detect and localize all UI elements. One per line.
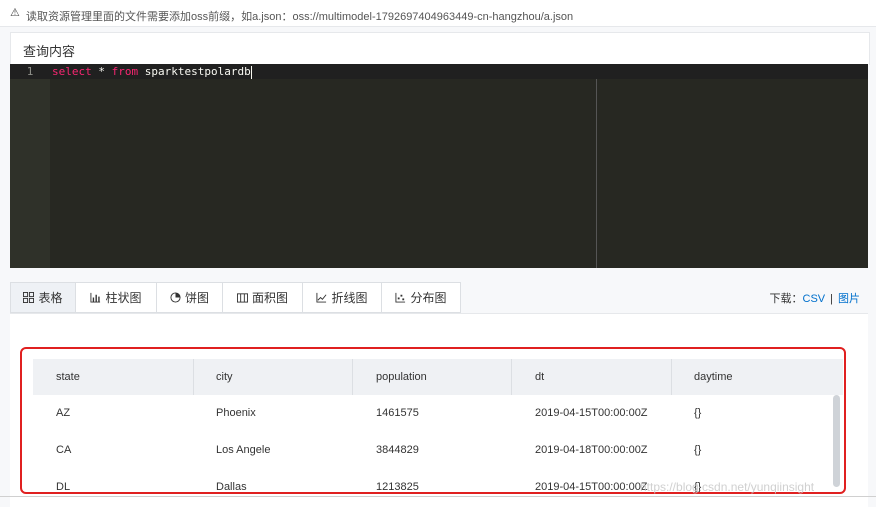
download-separator: |	[830, 293, 833, 305]
print-margin	[596, 79, 597, 268]
watermark: https://blog.csdn.net/yunqiinsight	[640, 480, 815, 494]
table-icon	[23, 292, 35, 303]
tab-line-chart[interactable]: 折线图	[303, 282, 382, 313]
tab-scatter-chart-label: 分布图	[410, 291, 447, 305]
sql-keyword-from: from	[111, 65, 139, 78]
tab-table-label: 表格	[38, 291, 63, 305]
sql-editor[interactable]: 1 select * from sparktestpolardb	[10, 64, 868, 268]
sql-code-table: sparktestpolardb	[138, 65, 251, 78]
query-header: 查询内容	[10, 32, 870, 65]
tab-area-chart-label: 面积图	[251, 291, 288, 305]
line-chart-icon	[316, 292, 327, 303]
download-image-link[interactable]: 图片	[838, 293, 860, 305]
tab-bar-chart-label: 柱状图	[105, 291, 142, 305]
tab-pie-chart[interactable]: 饼图	[157, 282, 223, 313]
text-cursor	[250, 65, 252, 79]
tab-scatter-chart[interactable]: 分布图	[382, 282, 461, 313]
tab-line-chart-label: 折线图	[331, 291, 368, 305]
divider	[0, 496, 876, 497]
tab-bar-chart[interactable]: 柱状图	[76, 282, 157, 313]
bar-chart-icon	[90, 292, 101, 303]
area-chart-icon	[236, 293, 248, 303]
notice-bar: ⚠ 读取资源管理里面的文件需要添加oss前缀，如a.json：oss://mul…	[0, 0, 876, 27]
download-csv-link[interactable]: CSV	[803, 293, 826, 305]
sql-keyword-select: select	[52, 65, 92, 78]
highlight-box	[20, 347, 846, 494]
scatter-chart-icon	[395, 292, 406, 303]
line-number: 1	[10, 64, 50, 79]
pie-chart-icon	[170, 292, 181, 303]
download-label: 下载：	[769, 293, 803, 305]
result-tabs: 表格 柱状图 饼图 面积图 折线图 分布图 下载：CSV | 图片	[10, 282, 868, 313]
notice-text: 读取资源管理里面的文件需要添加oss前缀，如a.json：oss://multi…	[26, 11, 574, 23]
download-bar: 下载：CSV | 图片	[770, 290, 860, 306]
tab-table[interactable]: 表格	[10, 282, 76, 313]
editor-gutter	[10, 64, 50, 268]
sql-code-line[interactable]: select * from sparktestpolardb	[52, 64, 252, 79]
sql-code-star: *	[91, 65, 112, 78]
query-title: 查询内容	[23, 44, 76, 59]
warning-icon: ⚠	[10, 7, 20, 19]
tab-area-chart[interactable]: 面积图	[223, 282, 303, 313]
tab-pie-chart-label: 饼图	[184, 291, 209, 305]
